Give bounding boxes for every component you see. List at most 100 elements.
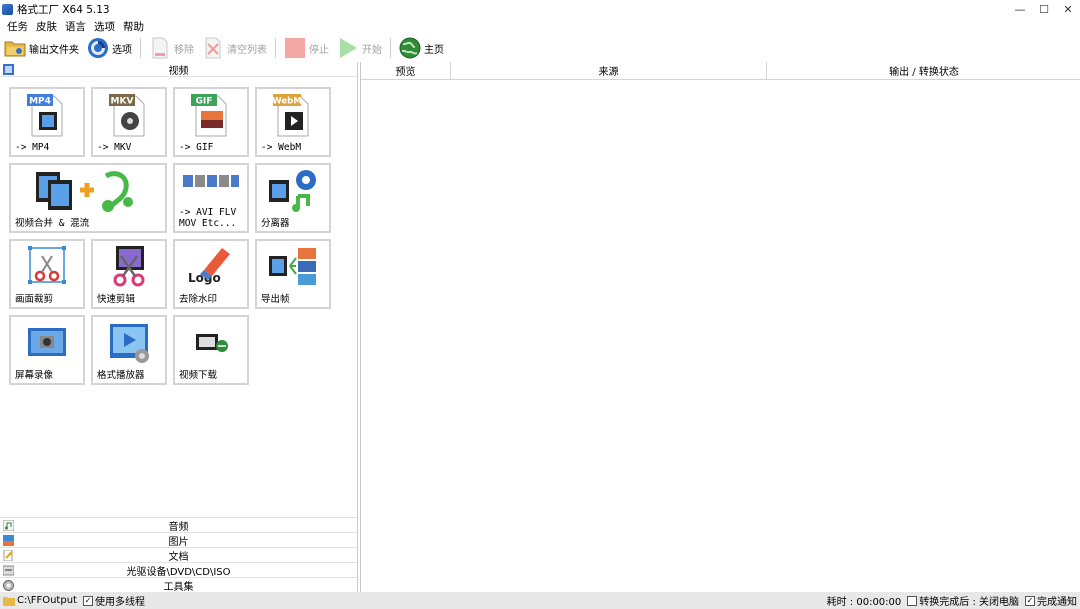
quick-clip-icon — [93, 241, 165, 291]
menu-language[interactable]: 语言 — [61, 19, 90, 34]
close-button[interactable]: ✕ — [1056, 0, 1080, 18]
tile-to-webm[interactable]: WebM -> WebM — [255, 87, 331, 157]
maximize-button[interactable]: ☐ — [1032, 0, 1056, 18]
category-list: 音频 图片 文档 光驱设备\DVD\CD\ISO 工具集 — [0, 517, 357, 593]
eraser-icon: Logo — [175, 241, 247, 291]
disc-drive-icon — [3, 565, 14, 576]
category-toolbox[interactable]: 工具集 — [0, 577, 357, 593]
toolbar: 输出文件夹 选项 移除 清空列表 停止 开始 主页 — [0, 34, 1080, 62]
remove-button[interactable]: 移除 — [149, 35, 194, 61]
tile-label: -> AVI FLV MOV Etc... — [179, 207, 237, 229]
tile-label: -> MP4 — [15, 142, 50, 153]
tile-format-player[interactable]: 格式播放器 — [91, 315, 167, 385]
menu-bar: 任务 皮肤 语言 选项 帮助 — [0, 18, 148, 34]
screen-record-icon — [11, 317, 83, 367]
after-done-option[interactable]: 转换完成后 : 关闭电脑 — [907, 593, 1019, 608]
multithread-option[interactable]: ✓ 使用多线程 — [82, 593, 145, 608]
tile-label: -> GIF — [179, 142, 214, 153]
mp4-file-icon: MP4 — [11, 89, 83, 139]
category-picture[interactable]: 图片 — [0, 532, 357, 548]
category-document[interactable]: 文档 — [0, 547, 357, 563]
menu-skin[interactable]: 皮肤 — [32, 19, 61, 34]
music-note-icon — [3, 520, 14, 531]
after-done-checkbox[interactable] — [907, 595, 918, 606]
tile-label: 分离器 — [261, 218, 290, 229]
tile-screen-record[interactable]: 屏幕录像 — [9, 315, 85, 385]
stop-button[interactable]: 停止 — [284, 35, 329, 61]
tile-label: 视频下载 — [179, 370, 218, 381]
tile-label: 画面裁剪 — [15, 294, 54, 305]
tile-label: 去除水印 — [179, 294, 218, 305]
tile-video-download[interactable]: 视频下载 — [173, 315, 249, 385]
menu-options[interactable]: 选项 — [90, 19, 119, 34]
tile-to-avi-flv-mov[interactable]: -> AVI FLV MOV Etc... — [173, 163, 249, 233]
column-output-status[interactable]: 输出 / 转换状态 — [767, 62, 1080, 80]
category-disc-label: 光驱设备\DVD\CD\ISO — [126, 566, 231, 578]
notify-checkbox[interactable]: ✓ — [1025, 595, 1035, 606]
tile-splitter[interactable]: 分离器 — [255, 163, 331, 233]
start-button[interactable]: 开始 — [337, 35, 382, 61]
picture-icon — [3, 535, 14, 546]
home-button[interactable]: 主页 — [399, 35, 444, 61]
home-label: 主页 — [424, 44, 444, 56]
format-factory-window: 格式工厂 X64 5.13 — ☐ ✕ 任务 皮肤 语言 选项 帮助 输出文件夹… — [0, 0, 1080, 609]
category-audio-label: 音频 — [168, 521, 189, 533]
menu-task[interactable]: 任务 — [3, 19, 32, 34]
tile-export-frames[interactable]: 导出帧 — [255, 239, 331, 309]
toolbar-separator — [390, 38, 391, 58]
column-preview[interactable]: 预览 — [361, 62, 451, 80]
remove-label: 移除 — [174, 44, 194, 56]
tile-remove-watermark[interactable]: Logo 去除水印 — [173, 239, 249, 309]
minimize-button[interactable]: — — [1008, 0, 1032, 18]
tile-quick-clip[interactable]: 快速剪辑 — [91, 239, 167, 309]
gear-icon — [87, 37, 109, 59]
folder-icon — [3, 596, 15, 606]
tile-badge: MKV — [111, 97, 134, 107]
clear-list-button[interactable]: 清空列表 — [202, 35, 267, 61]
crop-icon — [11, 241, 83, 291]
category-video[interactable]: 视频 — [0, 62, 357, 77]
output-path-text: C:\FFOutput — [17, 595, 77, 606]
remove-icon — [149, 37, 171, 59]
elapsed-time: 耗时 : 00:00:00 — [827, 593, 902, 608]
tile-to-mp4[interactable]: MP4 -> MP4 — [9, 87, 85, 157]
toolbar-separator — [140, 38, 141, 58]
tile-badge: GIF — [196, 97, 213, 107]
category-disc[interactable]: 光驱设备\DVD\CD\ISO — [0, 562, 357, 578]
output-folder-button[interactable]: 输出文件夹 — [4, 35, 79, 61]
options-button[interactable]: 选项 — [87, 35, 132, 61]
tile-label: 导出帧 — [261, 294, 290, 305]
start-label: 开始 — [362, 44, 382, 56]
clear-list-label: 清空列表 — [227, 44, 267, 56]
tile-label: 视频合并 & 混流 — [15, 218, 90, 229]
output-folder-label: 输出文件夹 — [29, 44, 79, 56]
window-title: 格式工厂 X64 5.13 — [17, 3, 110, 16]
menu-help[interactable]: 帮助 — [119, 19, 148, 34]
multithread-checkbox[interactable]: ✓ — [82, 595, 93, 606]
tile-label: 快速剪辑 — [97, 294, 136, 305]
tile-crop[interactable]: 画面裁剪 — [9, 239, 85, 309]
task-list[interactable]: 预览 来源 输出 / 转换状态 — [360, 62, 1080, 592]
column-source[interactable]: 来源 — [451, 62, 767, 80]
elapsed-time-text: 耗时 : 00:00:00 — [826, 597, 902, 608]
output-path[interactable]: C:\FFOutput — [3, 595, 77, 606]
status-bar: C:\FFOutput ✓ 使用多线程 耗时 : 00:00:00 转换完成后 … — [0, 592, 1080, 609]
merge-icon — [11, 165, 165, 215]
options-label: 选项 — [112, 44, 132, 56]
notify-option[interactable]: ✓ 完成通知 — [1025, 593, 1077, 608]
globe-icon — [399, 37, 421, 59]
tile-label: -> WebM — [261, 142, 302, 153]
player-icon — [93, 317, 165, 367]
tile-video-merge[interactable]: 视频合并 & 混流 — [9, 163, 167, 233]
category-audio[interactable]: 音频 — [0, 517, 357, 533]
document-icon — [3, 550, 13, 561]
tile-label: 屏幕录像 — [15, 370, 54, 381]
toolbox-icon — [3, 580, 14, 591]
mkv-file-icon: MKV — [93, 89, 165, 139]
tile-label: -> MKV — [97, 142, 132, 153]
category-document-label: 文档 — [168, 551, 189, 563]
tile-label: 格式播放器 — [97, 370, 145, 381]
tile-to-mkv[interactable]: MKV -> MKV — [91, 87, 167, 157]
after-done-label: 转换完成后 : 关闭电脑 — [919, 597, 1019, 608]
tile-to-gif[interactable]: GIF -> GIF — [173, 87, 249, 157]
